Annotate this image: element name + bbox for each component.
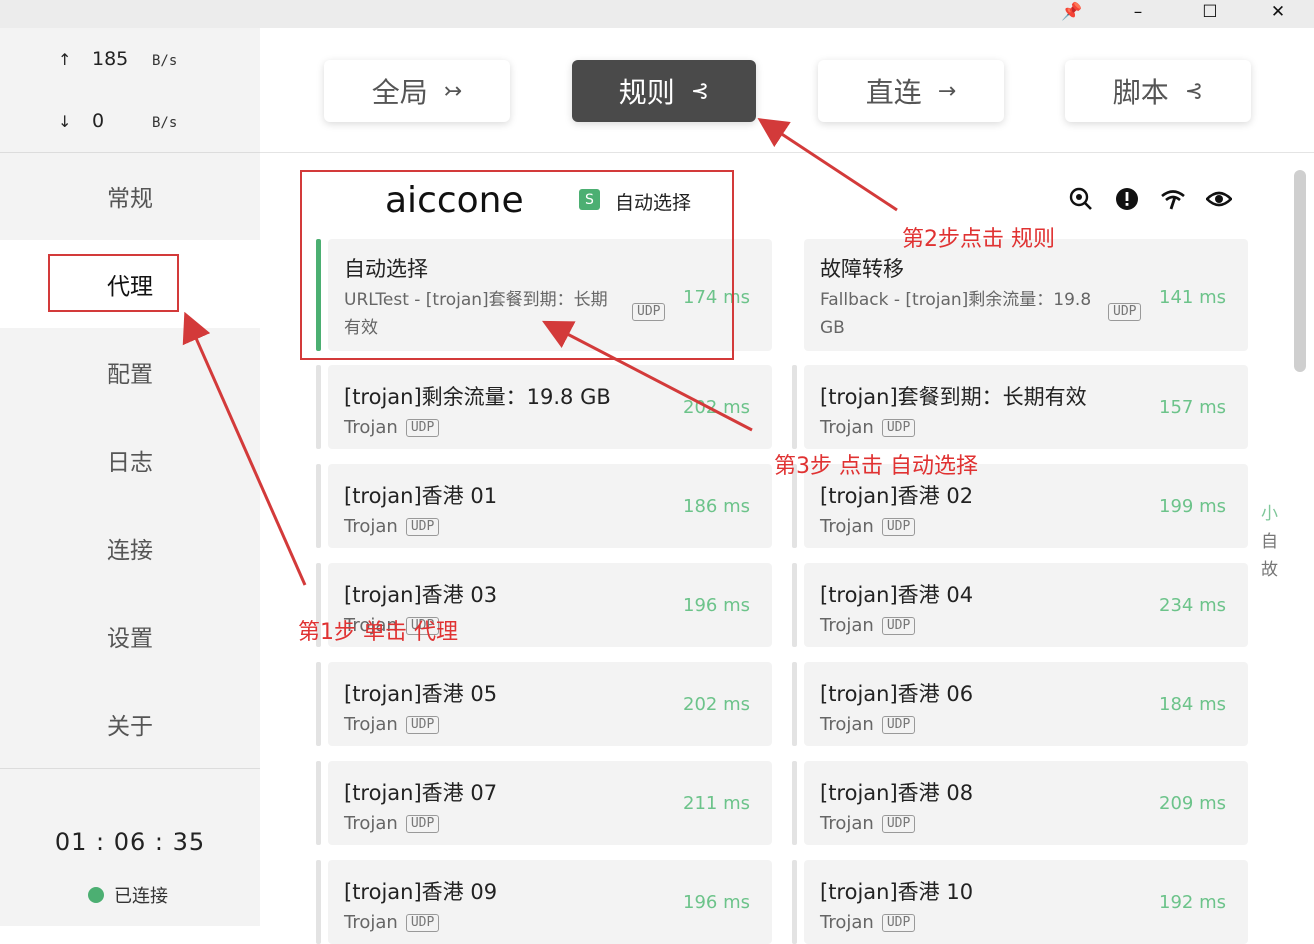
annotation-step1: 第1步 单击 代理 (298, 620, 458, 645)
annotation-arrows (182, 118, 898, 586)
arrow-step3 (542, 320, 753, 432)
arrow-step1 (182, 311, 307, 586)
annotation-step2: 第2步点击 规则 (902, 227, 1055, 252)
annotation-step3: 第3步 点击 自动选择 (774, 454, 978, 479)
arrow-step2 (757, 118, 898, 212)
